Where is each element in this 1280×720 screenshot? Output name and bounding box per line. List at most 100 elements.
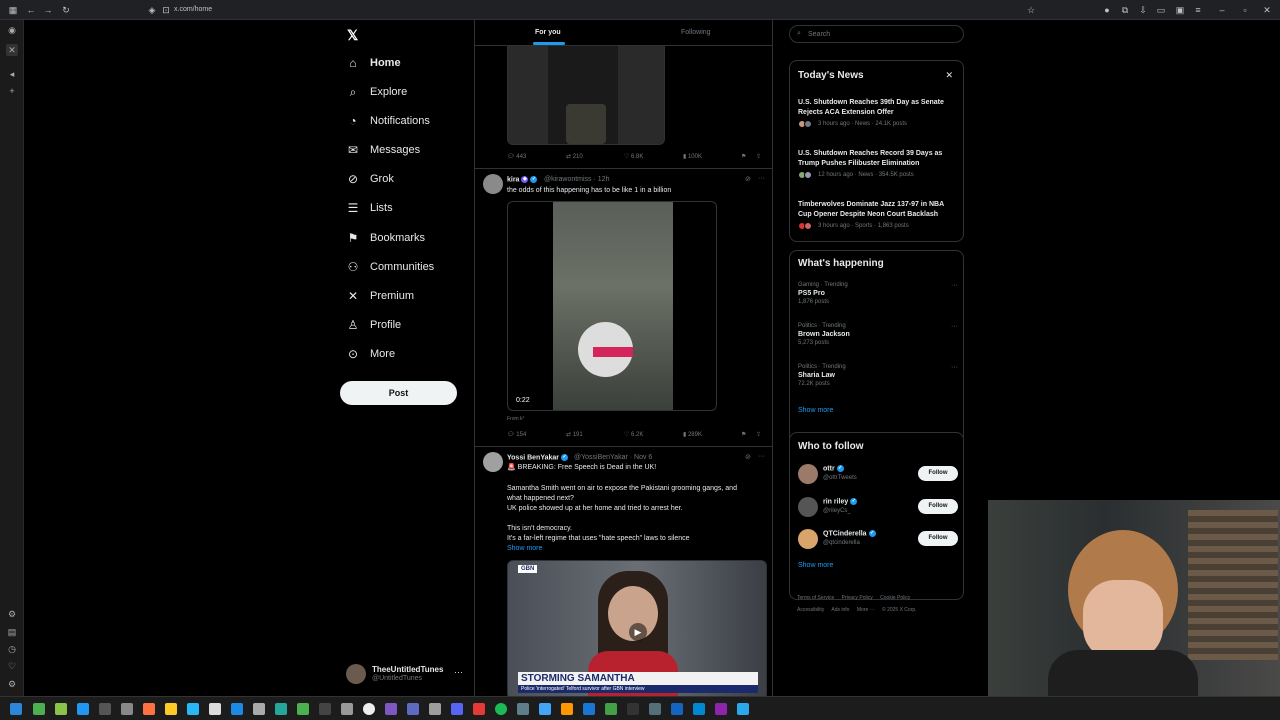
app-icon[interactable] bbox=[55, 703, 67, 715]
app-icon[interactable] bbox=[297, 703, 309, 715]
footer-link[interactable]: Cookie Policy bbox=[880, 595, 910, 601]
favorites-icon[interactable]: ♡ bbox=[6, 660, 18, 672]
post-handle[interactable]: @kirawontmiss · 12h bbox=[544, 176, 609, 183]
video-source[interactable]: From k° bbox=[507, 416, 525, 422]
app-icon[interactable] bbox=[231, 703, 243, 715]
wallet-icon[interactable]: ▤ bbox=[6, 626, 18, 638]
app-icon[interactable] bbox=[187, 703, 199, 715]
post-video[interactable]: GBN ▶ STORMING SAMANTHA Police 'interrog… bbox=[507, 560, 767, 696]
app-icon[interactable] bbox=[385, 703, 397, 715]
news-item[interactable]: U.S. Shutdown Reaches Record 39 Days as … bbox=[798, 149, 958, 179]
download-icon[interactable]: ⇩ bbox=[1138, 5, 1148, 15]
nav-profile[interactable]: ♙ Profile bbox=[346, 314, 402, 336]
reply-button[interactable]: 💬︎ 154 bbox=[507, 431, 526, 438]
avatar[interactable] bbox=[483, 174, 503, 194]
timeline[interactable]: For you Following 💬︎ 443 ⇄ 210 ♡ 6.8K ▮ … bbox=[474, 20, 773, 696]
shield-icon[interactable]: ◈ bbox=[147, 5, 157, 15]
app-icon[interactable] bbox=[583, 703, 595, 715]
sidebar-toggle-icon[interactable]: ▦ bbox=[8, 5, 18, 15]
forward-icon[interactable]: → bbox=[43, 5, 53, 15]
app-icon[interactable] bbox=[473, 703, 485, 715]
grok-icon[interactable]: ⊘ bbox=[745, 175, 751, 183]
reply-button[interactable]: 💬︎ 443 bbox=[507, 153, 526, 160]
history-icon[interactable]: ◷ bbox=[6, 643, 18, 655]
minimize-icon[interactable]: – bbox=[1217, 5, 1227, 15]
app-icon[interactable]: ◉ bbox=[6, 24, 18, 36]
follow-suggestion[interactable]: QTCinderella ✓ @qtcinderella Follow bbox=[798, 527, 958, 551]
add-icon[interactable]: + bbox=[6, 85, 18, 97]
show-more-link[interactable]: Show more bbox=[798, 407, 833, 414]
trend-item[interactable]: Politics · Trending Brown Jackson 5,273 … bbox=[798, 323, 958, 346]
address-bar[interactable]: x.com/home bbox=[174, 6, 212, 13]
app-icon[interactable] bbox=[539, 703, 551, 715]
tab-for-you[interactable]: For you bbox=[535, 29, 561, 36]
app-icon[interactable] bbox=[77, 703, 89, 715]
share-icon[interactable]: ⇪ bbox=[756, 153, 761, 160]
like-button[interactable]: ♡ 6.8K bbox=[624, 153, 643, 160]
app-icon[interactable] bbox=[275, 703, 287, 715]
post-handle[interactable]: @YossiBenYakar · Nov 6 bbox=[574, 454, 652, 461]
trend-item[interactable]: Politics · Trending Sharia Law 72.2K pos… bbox=[798, 364, 958, 387]
more-icon[interactable]: ··· bbox=[951, 364, 958, 371]
app-icon[interactable] bbox=[715, 703, 727, 715]
repost-button[interactable]: ⇄ 210 bbox=[566, 153, 583, 160]
nav-notifications[interactable]: ◔ Notifications bbox=[346, 110, 430, 132]
app-icon[interactable] bbox=[561, 703, 573, 715]
more-icon[interactable]: ··· bbox=[758, 453, 765, 460]
views-button[interactable]: ▮ 100K bbox=[683, 153, 702, 160]
search-input[interactable]: ⌕ Search bbox=[789, 25, 964, 43]
reload-icon[interactable]: ↻ bbox=[61, 5, 71, 15]
news-item[interactable]: U.S. Shutdown Reaches 39th Day as Senate… bbox=[798, 98, 958, 128]
footer-link[interactable]: Terms of Service bbox=[797, 595, 834, 601]
follow-suggestion[interactable]: ottr ✓ @ottrTweets Follow bbox=[798, 462, 958, 486]
grok-icon[interactable]: ⊘ bbox=[745, 453, 751, 461]
trend-item[interactable]: Gaming · Trending PS5 Pro 1,876 posts ··… bbox=[798, 282, 958, 305]
back-icon[interactable]: ← bbox=[26, 5, 36, 15]
post-media[interactable] bbox=[507, 44, 665, 145]
app-icon[interactable] bbox=[99, 703, 111, 715]
nav-home[interactable]: ⌂ Home bbox=[346, 52, 400, 74]
x-tab-icon[interactable]: ✕ bbox=[6, 44, 18, 56]
bookmark-icon[interactable]: ⚑ bbox=[741, 431, 746, 438]
app-icon[interactable] bbox=[407, 703, 419, 715]
repost-button[interactable]: ⇄ 191 bbox=[566, 431, 583, 438]
nav-lists[interactable]: ☰ Lists bbox=[346, 197, 393, 219]
show-more-link[interactable]: Show more bbox=[507, 544, 767, 554]
maximize-icon[interactable]: ▫ bbox=[1240, 5, 1250, 15]
star-icon[interactable]: ☆ bbox=[1026, 5, 1036, 15]
spotify-icon[interactable] bbox=[495, 703, 507, 715]
footer-link[interactable]: More ··· bbox=[857, 607, 875, 613]
footer-link[interactable]: Ads info bbox=[831, 607, 849, 613]
windows-start-icon[interactable] bbox=[10, 703, 22, 715]
nav-explore[interactable]: ⌕ Explore bbox=[346, 81, 408, 103]
more-icon[interactable]: ··· bbox=[951, 323, 958, 330]
more-icon[interactable]: ··· bbox=[951, 282, 958, 289]
share-icon[interactable]: ⇪ bbox=[756, 431, 761, 438]
app-icon[interactable] bbox=[319, 703, 331, 715]
app-icon[interactable] bbox=[363, 703, 375, 715]
gear-icon[interactable]: ⚙ bbox=[6, 678, 18, 690]
app-icon[interactable] bbox=[121, 703, 133, 715]
puzzle-icon[interactable]: ⧉ bbox=[1120, 5, 1130, 15]
post-author[interactable]: kira ◆ ✓ bbox=[507, 176, 538, 183]
nav-premium[interactable]: ✕ Premium bbox=[346, 285, 414, 307]
follow-button[interactable]: Follow bbox=[918, 531, 958, 546]
close-icon[interactable]: ✕ bbox=[945, 70, 953, 81]
app-icon[interactable] bbox=[429, 703, 441, 715]
settings-icon[interactable]: ⚙ bbox=[6, 608, 18, 620]
app-icon[interactable] bbox=[341, 703, 353, 715]
extension-icon[interactable]: ● bbox=[1102, 5, 1112, 15]
nav-messages[interactable]: ✉ Messages bbox=[346, 139, 420, 161]
discord-icon[interactable] bbox=[451, 703, 463, 715]
nav-communities[interactable]: ⚇ Communities bbox=[346, 256, 435, 278]
pin-icon[interactable]: ◂ bbox=[6, 68, 18, 80]
follow-button[interactable]: Follow bbox=[918, 499, 958, 514]
footer-link[interactable]: Privacy Policy bbox=[842, 595, 873, 601]
telegram-icon[interactable] bbox=[737, 703, 749, 715]
nav-bookmarks[interactable]: ⚑ Bookmarks bbox=[346, 227, 425, 249]
follow-suggestion[interactable]: rin riley ✓ @rileyCs_ Follow bbox=[798, 495, 958, 519]
folder-icon[interactable] bbox=[165, 703, 177, 715]
account-switcher[interactable]: TheeUntitledTunes @UntitledTunes ··· bbox=[346, 662, 466, 688]
app-icon[interactable] bbox=[649, 703, 661, 715]
like-button[interactable]: ♡ 6.2K bbox=[624, 431, 643, 438]
